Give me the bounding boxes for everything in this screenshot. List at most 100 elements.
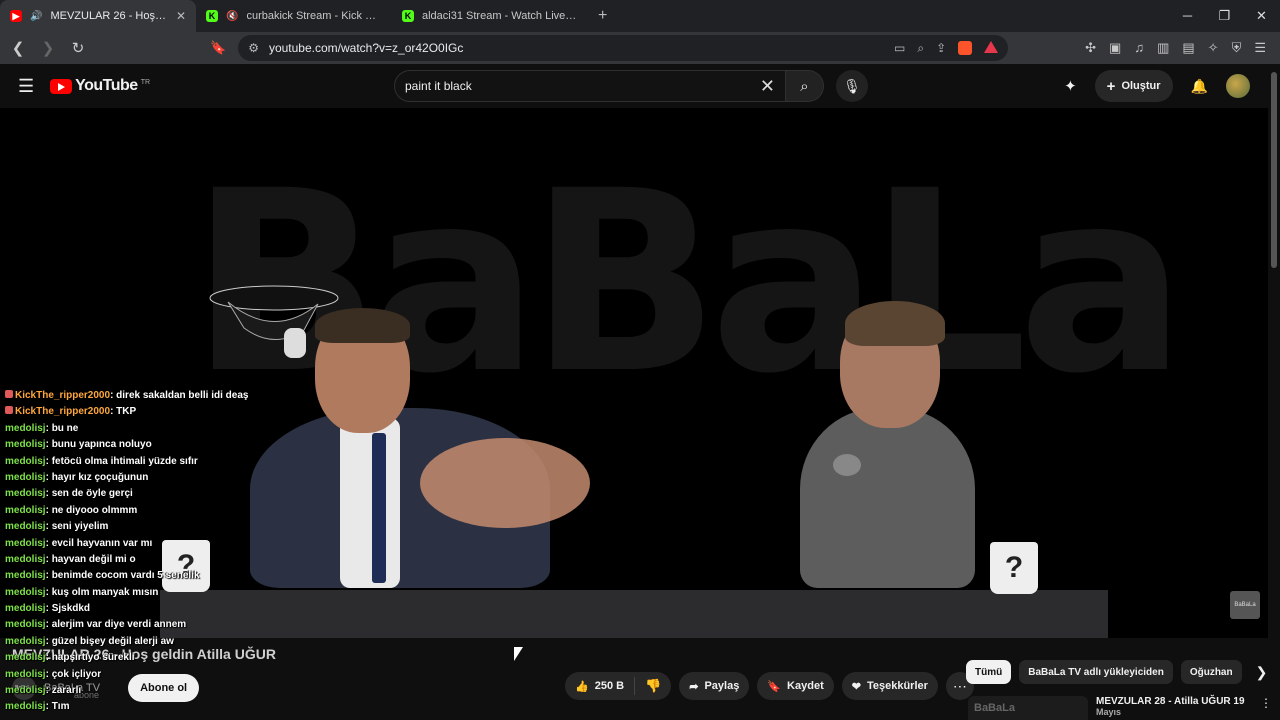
recommended-title[interactable]: MEVZULAR 28 - Atilla UĞUR 19 Mayıs <box>1096 696 1246 720</box>
chat-text: seni yiyelim <box>51 521 109 533</box>
chat-username: medolisj <box>5 488 46 500</box>
thumbs-down-icon: 👎 <box>645 678 662 693</box>
hamburger-menu-icon[interactable]: ☰ <box>18 76 34 97</box>
minimize-icon[interactable]: ─ <box>1169 8 1206 24</box>
create-button[interactable]: + Oluştur <box>1094 70 1173 102</box>
chat-text: evcil hayvanın var mı <box>51 537 153 549</box>
chat-username: medolisj <box>5 537 46 549</box>
chat-username: KickThe_ripper2000 <box>15 406 111 418</box>
host-right-hair <box>845 301 945 346</box>
chat-message: medolisj: zararlı <box>5 685 82 697</box>
search-input[interactable]: paint it black ✕ <box>394 70 786 102</box>
recommended-video[interactable]: BaBaLa MEVZULAR 28 - Atilla UĞUR 19 Mayı… <box>968 696 1272 720</box>
wallet-icon[interactable]: ▤ <box>1182 40 1194 56</box>
chat-message: KickThe_ripper2000: TKP <box>5 406 325 422</box>
chat-username: medolisj <box>5 635 46 647</box>
chat-username: medolisj <box>5 701 46 713</box>
host-left-hands <box>420 438 590 528</box>
chip-from-uploader[interactable]: BaBaLa TV adlı yükleyiciden <box>1019 660 1173 684</box>
chat-text: sen de öyle gerçi <box>51 488 133 500</box>
kick-icon: K <box>402 10 414 22</box>
site-info-icon[interactable]: ⚙ <box>248 41 259 55</box>
tab-kick-dashboard[interactable]: K 🔇 curbakick Stream - Kick Dashboa <box>196 0 392 32</box>
leo-ai-icon[interactable]: ✧ <box>1208 40 1219 56</box>
clear-search-icon[interactable]: ✕ <box>760 76 775 97</box>
chat-message: medolisj: ne diyooo olmmm <box>5 504 138 516</box>
region-code: TR <box>140 79 151 86</box>
muted-speaker-icon[interactable]: 🔇 <box>226 11 238 22</box>
share-icon[interactable]: ⇪ <box>936 41 946 56</box>
chat-text: Tım <box>51 701 70 713</box>
chat-message: medolisj: hayır kız çoçuğunun <box>5 471 149 483</box>
close-tab-icon[interactable]: ✕ <box>176 9 186 23</box>
scrollbar-thumb[interactable] <box>1271 72 1277 268</box>
chat-text: direk sakaldan belli idi deaş <box>116 390 249 401</box>
chat-username: medolisj <box>5 471 46 483</box>
url-text: youtube.com/watch?v=z_or42O0IGc <box>268 41 464 55</box>
share-button[interactable]: ➦ Paylaş <box>679 672 750 700</box>
sidebar-icon[interactable]: ▥ <box>1157 40 1169 56</box>
chevron-right-icon[interactable]: ❯ <box>1256 664 1268 681</box>
wristwatch <box>833 454 861 476</box>
chat-text: hapşırtıyo sürekli <box>51 652 135 664</box>
bookmark-icon[interactable]: 🔖 <box>210 40 226 56</box>
chat-text: hayır kız çoçuğunun <box>51 471 149 483</box>
microphone-icon: 🎙 <box>843 77 861 94</box>
chip-all[interactable]: Tümü <box>966 660 1012 684</box>
kick-icon: K <box>206 10 218 22</box>
mouse-cursor <box>514 647 523 661</box>
chat-message: medolisj: kuş olm manyak mısın <box>5 586 159 598</box>
tab-youtube[interactable]: ▶ 🔊 MEVZULAR 26 - Hoş geldin A ✕ <box>0 0 196 32</box>
chat-message: medolisj: fetöcü olma ihtimali yüzde sıf… <box>5 455 198 467</box>
save-button[interactable]: 🔖 Kaydet <box>757 672 834 700</box>
reload-icon[interactable]: ↻ <box>66 39 90 57</box>
menu-icon[interactable]: ☰ <box>1254 40 1266 56</box>
new-tab-button[interactable]: + <box>588 7 617 25</box>
voice-search-button[interactable]: 🎙 <box>836 70 868 102</box>
youtube-logo[interactable]: YouTube TR <box>50 77 150 95</box>
extensions-icon[interactable]: ✣ <box>1085 40 1096 56</box>
chat-username: medolisj <box>5 570 46 582</box>
chat-text: ne diyooo olmmm <box>51 504 138 516</box>
notifications-bell-icon[interactable]: 🔔 <box>1191 78 1208 95</box>
dislike-button[interactable]: 👎 <box>635 678 671 694</box>
channel-watermark[interactable]: BaBaLa <box>1230 591 1260 619</box>
chat-text: Sjskdkd <box>51 603 91 615</box>
tab-label: curbakick Stream - Kick Dashboa <box>246 10 382 22</box>
window-controls: ─ ❐ ✕ <box>1169 8 1280 24</box>
back-icon[interactable]: ❮ <box>6 39 30 57</box>
chat-message: medolisj: bu ne <box>5 422 79 434</box>
search-button[interactable]: ⌕ <box>786 70 824 102</box>
chat-username: medolisj <box>5 685 46 697</box>
cast-icon[interactable]: ▭ <box>894 41 905 56</box>
vpn-icon[interactable]: ⛨ <box>1232 40 1242 56</box>
kebab-menu-icon[interactable]: ⋮ <box>1260 696 1272 720</box>
chat-message: medolisj: sen de öyle gerçi <box>5 488 133 500</box>
chat-username: medolisj <box>5 553 46 565</box>
screenshot-icon[interactable]: ▣ <box>1109 40 1121 56</box>
media-icon[interactable]: ♫ <box>1134 40 1144 56</box>
chip-oguzhan[interactable]: Oğuzhan <box>1180 660 1242 684</box>
close-window-icon[interactable]: ✕ <box>1243 8 1280 24</box>
brave-shields-icon[interactable] <box>958 40 973 55</box>
chat-username: medolisj <box>5 422 46 434</box>
chat-text: güzel bişey değil alerji aw <box>51 635 174 647</box>
recommended-thumbnail[interactable]: BaBaLa <box>968 696 1088 720</box>
tab-kick-stream[interactable]: K aldaci31 Stream - Watch Live on Kick <box>392 0 588 32</box>
chat-text: TKP <box>116 406 137 418</box>
restore-icon[interactable]: ❐ <box>1206 8 1243 24</box>
zoom-icon[interactable]: ⌕ <box>917 41 924 56</box>
like-button[interactable]: 👍 250 B <box>565 677 636 695</box>
brave-rewards-icon[interactable] <box>984 40 999 53</box>
forward-icon[interactable]: ❯ <box>36 39 60 57</box>
url-field[interactable]: ⚙ youtube.com/watch?v=z_or42O0IGc ▭ ⌕ ⇪ <box>238 35 1009 61</box>
share-arrow-icon: ➦ <box>689 680 699 693</box>
account-avatar[interactable] <box>1226 74 1250 98</box>
thumbs-up-icon: 👍 <box>575 680 589 693</box>
gemini-icon[interactable]: ✦ <box>1064 77 1077 95</box>
speaker-icon[interactable]: 🔊 <box>30 11 42 22</box>
recommended-subtitle: Mayıs <box>1096 707 1122 717</box>
thanks-button[interactable]: ❤ Teşekkürler <box>841 672 938 700</box>
video-actions: 👍 250 B 👎 ➦ Paylaş 🔖 Kaydet ❤ Teşekkürle… <box>565 672 974 700</box>
chat-username: KickThe_ripper2000 <box>15 390 111 401</box>
